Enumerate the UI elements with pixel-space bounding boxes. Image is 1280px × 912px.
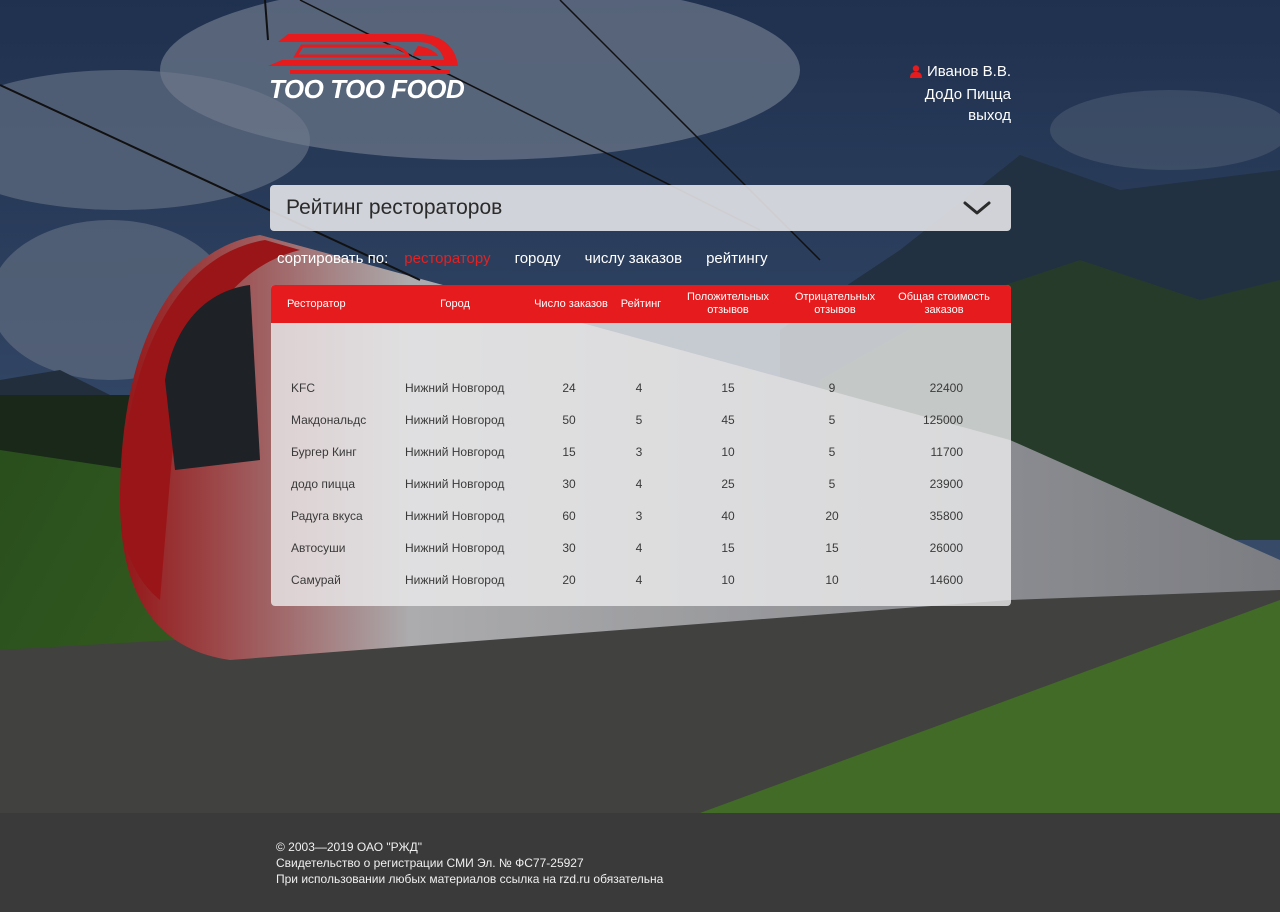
cell-positive: 15 [721, 381, 735, 395]
cell-restaurateur: Самурай [291, 573, 341, 587]
cell-negative: 9 [828, 381, 836, 395]
cell-total: 11700 [930, 445, 963, 459]
sort-by-rating[interactable]: рейтингу [706, 250, 768, 267]
cell-restaurateur: KFC [291, 381, 315, 395]
footer: © 2003—2019 ОАО "РЖД" Свидетельство о ре… [0, 813, 1280, 912]
cell-restaurateur: додо пицца [291, 477, 356, 491]
cell-positive: 25 [721, 477, 735, 491]
cell-city: Нижний Новгород [405, 509, 505, 523]
user-name: Иванов В.В. [926, 63, 1011, 80]
cell-rating: 3 [635, 509, 643, 523]
sort-label: сортировать по: [277, 250, 389, 267]
footer-copyright: © 2003—2019 ОАО "РЖД" [276, 840, 422, 854]
cell-rating: 5 [635, 413, 643, 427]
cell-city: Нижний Новгород [405, 477, 505, 491]
cell-positive: 35 [675, 596, 781, 606]
cell-rating: 3 [635, 445, 643, 459]
footer-registration: Свидетельство о регистрации СМИ Эл. № ФС… [276, 856, 584, 870]
user-panel: Иванов В.В. ДоДо Пицца выход [909, 61, 1011, 126]
table-header: Ресторатор Город Число заказов Рейтинг П… [271, 285, 1011, 323]
cell-total: 23900 [929, 477, 963, 491]
table-row[interactable]: Самурай Нижний Новгород 20 4 10 10 14600 [271, 564, 1011, 596]
cell-restaurateur: Автосуши [291, 541, 346, 555]
cell-total: 26000 [929, 541, 963, 555]
sort-by-city[interactable]: городу [515, 250, 561, 267]
cell-restaurateur: Мир пиццы [291, 596, 401, 606]
cell-rating: 4 [635, 541, 643, 555]
cell-total: 125000 [922, 413, 963, 427]
table-row[interactable]: Бургер Кинг Нижний Новгород 15 3 10 5 11700 [271, 436, 1011, 468]
cell-city: Нижний Новгород [405, 381, 505, 395]
cell-positive: 10 [721, 445, 735, 459]
table-row[interactable]: Автосуши Нижний Новгород 30 4 15 15 26000 [271, 532, 1011, 564]
chevron-down-icon[interactable] [963, 200, 991, 216]
cell-city: Нижний Новгород [405, 541, 505, 555]
header-rating[interactable]: Рейтинг [611, 285, 671, 323]
train-logo-icon [268, 34, 458, 74]
cell-negative: 5 [828, 413, 836, 427]
restaurant-name: ДоДо Пицца [924, 86, 1011, 103]
logout-link[interactable]: выход [910, 105, 1011, 126]
cell-rating: 4 [635, 477, 643, 491]
header-restaurateur[interactable]: Ресторатор [287, 285, 397, 323]
panel-title: Рейтинг рестораторов [286, 196, 503, 219]
cell-negative: 10 [825, 573, 839, 587]
table-row[interactable]: Макдональдс Нижний Новгород 50 5 45 5 125000 [271, 404, 1011, 436]
table-row[interactable]: KFC Нижний Новгород 24 4 15 9 22400 [271, 372, 1011, 404]
cell-restaurateur: Бургер Кинг [291, 445, 357, 459]
cell-positive: 45 [721, 413, 735, 427]
cell-total: 35800 [929, 509, 963, 523]
user-icon [909, 65, 922, 78]
header-negative-reviews[interactable]: Отрицательных отзывов [783, 285, 887, 323]
rating-dropdown[interactable]: Рейтинг рестораторов [270, 185, 1011, 231]
sort-bar: сортировать по: ресторатору городу числу… [277, 250, 792, 267]
cell-rating: 3 [609, 596, 669, 606]
cell-rating: 4 [635, 573, 643, 587]
cell-orders: 60 [562, 509, 576, 523]
cell-negative: 20 [825, 509, 839, 523]
cell-city: Нижний Новгород [405, 573, 505, 587]
cell-total: 22400 [929, 381, 963, 395]
cell-negative: 5 [828, 477, 836, 491]
header-total-cost[interactable]: Общая стоимость заказов [891, 285, 997, 323]
cell-restaurateur: Макдональдс [291, 413, 367, 427]
cell-city: Нижний Новгород [405, 413, 505, 427]
cell-rating: 4 [635, 381, 643, 395]
sort-by-restaurateur[interactable]: ресторатору [404, 250, 490, 267]
cell-negative: 15 [825, 541, 839, 555]
cell-positive: 10 [721, 573, 735, 587]
cell-negative: 5 [828, 445, 836, 459]
cell-restaurateur: Радуга вкуса [291, 509, 363, 523]
cell-negative: 25 [779, 596, 885, 606]
logo[interactable]: TOO TOO FOOD [268, 32, 468, 104]
table-row[interactable]: додо пицца Нижний Новгород 30 4 25 5 23900 [271, 468, 1011, 500]
cell-city: Нижний Новгород [405, 445, 505, 459]
footer-notice: При использовании любых материалов ссылк… [276, 872, 664, 886]
cell-orders: 30 [562, 477, 576, 491]
table-row[interactable]: Радуга вкуса Нижний Новгород 60 3 40 20 35800 [271, 500, 1011, 532]
logo-text: TOO TOO FOOD [269, 74, 465, 104]
cell-positive: 15 [721, 541, 735, 555]
cell-orders: 50 [562, 413, 576, 427]
cell-total: 26000 [871, 596, 963, 606]
cell-positive: 40 [721, 509, 735, 523]
cell-orders: 20 [562, 573, 576, 587]
cell-city: Нижний Новгород [405, 596, 545, 606]
cell-total: 14600 [929, 573, 963, 587]
ratings-table: Ресторатор Город Число заказов Рейтинг П… [271, 285, 1011, 606]
header-positive-reviews[interactable]: Положительных отзывов [675, 285, 781, 323]
cell-orders: 15 [562, 445, 576, 459]
header-city[interactable]: Город [401, 285, 509, 323]
cell-orders: 30 [562, 541, 576, 555]
cell-orders: 24 [562, 381, 576, 395]
table-row[interactable]: Мир пиццы Нижний Новгород603 352526000 [271, 596, 1011, 606]
sort-by-orders[interactable]: числу заказов [585, 250, 682, 267]
header-orders[interactable]: Число заказов [533, 285, 609, 323]
cell-orders: 60 [531, 596, 607, 606]
